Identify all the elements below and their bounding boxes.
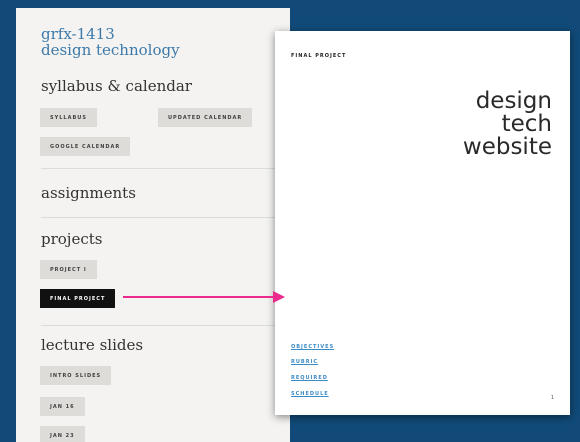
intro-slides-button[interactable]: INTRO SLIDES [40, 366, 112, 385]
doc-title-line: website [462, 134, 552, 160]
project-1-button[interactable]: PROJECT I [40, 260, 97, 279]
doc-label: FINAL PROJECT [291, 53, 347, 59]
doc-title-line: design [475, 88, 552, 114]
updated-calendar-button[interactable]: UPDATED CALENDAR [158, 108, 253, 127]
required-link[interactable]: REQUIRED [291, 375, 328, 381]
course-name: design technology [41, 41, 180, 59]
schedule-link[interactable]: SCHEDULE [291, 391, 329, 397]
rubric-link[interactable]: RUBRIC [291, 359, 318, 365]
section-heading-syllabus: syllabus & calendar [41, 77, 192, 95]
section-divider [41, 168, 289, 169]
section-divider [41, 325, 289, 326]
final-project-page: FINAL PROJECT design tech website OBJECT… [275, 31, 570, 415]
section-heading-projects: projects [41, 230, 103, 248]
page-number: 1 [550, 395, 554, 401]
section-divider [41, 217, 289, 218]
section-heading-assignments[interactable]: assignments [41, 184, 136, 202]
objectives-link[interactable]: OBJECTIVES [291, 344, 334, 350]
syllabus-button[interactable]: SYLLABUS [40, 108, 97, 127]
course-site-panel: grfx-1413 design technology syllabus & c… [16, 8, 290, 442]
section-heading-lecture-slides: lecture slides [41, 336, 144, 354]
google-calendar-button[interactable]: GOOGLE CALENDAR [40, 137, 131, 156]
doc-title: design tech website [463, 90, 552, 159]
final-project-button[interactable]: FINAL PROJECT [40, 289, 116, 308]
jan-23-button[interactable]: JAN 23 [40, 426, 85, 442]
jan-16-button[interactable]: JAN 16 [40, 397, 85, 416]
doc-title-line: tech [501, 111, 552, 137]
